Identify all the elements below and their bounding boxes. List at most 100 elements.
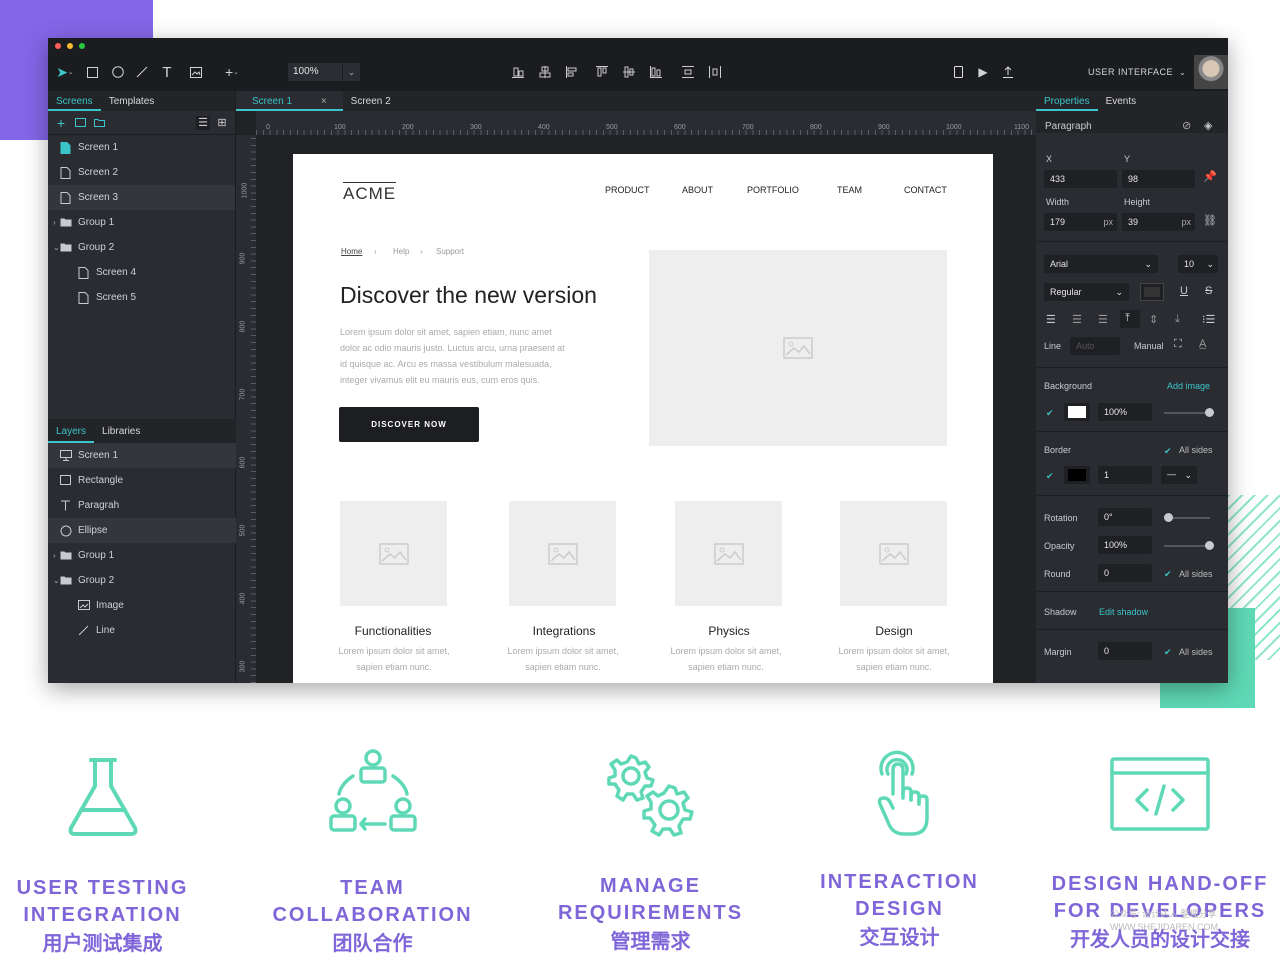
breadcrumb-home[interactable]: Home	[341, 247, 362, 256]
screen-item[interactable]: Screen 3	[48, 185, 235, 210]
round-all-sides-checkbox[interactable]: ✔	[1164, 569, 1174, 579]
layer-item[interactable]: Image	[48, 593, 236, 618]
tab-screen-1[interactable]: Screen 1 ×	[236, 91, 343, 111]
auto-size-icon[interactable]: A̲	[1199, 338, 1206, 350]
opacity-slider[interactable]	[1164, 541, 1214, 550]
background-opacity-slider[interactable]	[1164, 408, 1214, 417]
align-middle-icon[interactable]	[621, 53, 637, 91]
edit-shadow-link[interactable]: Edit shadow	[1099, 607, 1148, 617]
align-top-icon[interactable]	[594, 53, 610, 91]
nav-about[interactable]: ABOUT	[682, 185, 713, 195]
chevron-down-icon[interactable]: ⌄	[53, 576, 60, 585]
align-center-h-icon[interactable]	[537, 53, 553, 91]
ellipse-tool-icon[interactable]	[110, 53, 126, 91]
chevron-right-icon[interactable]: ›	[53, 551, 56, 560]
align-left-icon[interactable]: ☰	[1046, 313, 1056, 326]
play-icon[interactable]: ▶	[975, 53, 991, 91]
breadcrumb-help[interactable]: Help	[393, 247, 409, 256]
list-icon[interactable]: ⁝☰	[1202, 313, 1215, 326]
width-unit[interactable]: px	[1103, 217, 1113, 227]
border-checkbox[interactable]: ✔	[1046, 471, 1056, 481]
zoom-select[interactable]: 100% ⌄	[288, 63, 360, 81]
layer-item[interactable]: Paragrah	[48, 493, 236, 518]
add-screen-icon[interactable]	[73, 116, 87, 130]
screen-item[interactable]: Screen 1	[48, 135, 235, 160]
pin-icon[interactable]: 📌	[1203, 170, 1217, 183]
font-family-select[interactable]: Arial ⌄	[1044, 255, 1158, 273]
rotation-slider[interactable]	[1164, 513, 1210, 522]
margin-input[interactable]: 0	[1098, 642, 1152, 660]
valign-middle-icon[interactable]: ⇕	[1149, 313, 1158, 326]
align-bottom-icon[interactable]	[510, 53, 526, 91]
screen-item[interactable]: › Group 1	[48, 210, 235, 235]
layer-item[interactable]: Rectangle	[48, 468, 236, 493]
slider-knob[interactable]	[1164, 513, 1173, 522]
layer-item[interactable]: Line	[48, 618, 236, 643]
nav-team[interactable]: TEAM	[837, 185, 862, 195]
screen-item[interactable]: Screen 5	[48, 285, 235, 310]
align-right-icon[interactable]: ☰	[1098, 313, 1108, 326]
add-icon[interactable]: +	[54, 115, 68, 131]
artboard[interactable]: ACME PRODUCT ABOUT PORTFOLIO TEAM CONTAC…	[293, 154, 993, 683]
font-weight-select[interactable]: Regular ⌄	[1044, 283, 1129, 301]
tab-screen-2[interactable]: Screen 2	[343, 91, 399, 111]
screen-item[interactable]: Screen 2	[48, 160, 235, 185]
add-folder-icon[interactable]	[92, 116, 106, 130]
line-tool-icon[interactable]	[134, 53, 150, 91]
underline-icon[interactable]: U	[1180, 285, 1188, 297]
slider-knob[interactable]	[1205, 408, 1214, 417]
distribute-horizontal-icon[interactable]	[707, 53, 723, 91]
distribute-vertical-icon[interactable]	[680, 53, 696, 91]
background-opacity-input[interactable]: 100%	[1098, 403, 1152, 421]
screen-item[interactable]: ⌄ Group 2	[48, 235, 235, 260]
avatar[interactable]	[1194, 55, 1228, 89]
border-all-sides-checkbox[interactable]: ✔	[1164, 446, 1174, 456]
layer-item[interactable]: Ellipse	[48, 518, 236, 543]
layer-item[interactable]: Screen 1	[48, 443, 236, 468]
font-size-select[interactable]: 10 ⌄	[1178, 255, 1218, 273]
width-input[interactable]: 179 px	[1044, 213, 1117, 231]
slider-knob[interactable]	[1205, 541, 1214, 550]
y-input[interactable]: 98	[1122, 170, 1195, 188]
align-right-icon[interactable]	[648, 53, 664, 91]
border-width-input[interactable]: 1	[1098, 466, 1152, 484]
resize-icon[interactable]: ⛶	[1174, 338, 1182, 351]
opacity-input[interactable]: 100%	[1098, 536, 1152, 554]
strikethrough-icon[interactable]: S	[1205, 285, 1212, 297]
line-height-input[interactable]: Auto	[1070, 337, 1120, 355]
round-input[interactable]: 0	[1098, 564, 1152, 582]
x-input[interactable]: 433	[1044, 170, 1117, 188]
align-left-icon[interactable]	[564, 53, 580, 91]
tab-screens[interactable]: Screens	[48, 91, 101, 111]
rotation-input[interactable]: 0°	[1098, 508, 1152, 526]
tab-libraries[interactable]: Libraries	[94, 419, 148, 443]
close-icon[interactable]: ×	[313, 91, 335, 112]
grid-view-icon[interactable]: ⊞	[215, 116, 229, 130]
visibility-off-icon[interactable]: ⊘	[1182, 119, 1191, 132]
valign-bottom-icon[interactable]: ⤓	[1175, 313, 1180, 326]
border-color-swatch[interactable]	[1064, 466, 1090, 484]
chevron-right-icon[interactable]: ›	[53, 218, 56, 227]
discover-now-button[interactable]: DISCOVER NOW	[339, 407, 479, 442]
mobile-preview-icon[interactable]	[950, 53, 966, 91]
image-tool-icon[interactable]	[188, 53, 204, 91]
tab-layers[interactable]: Layers	[48, 419, 95, 443]
tab-events[interactable]: Events	[1098, 91, 1145, 111]
border-style-select[interactable]: — ⌄	[1161, 466, 1197, 484]
text-color-swatch[interactable]	[1140, 283, 1164, 301]
layer-item[interactable]: ⌄ Group 2	[48, 568, 236, 593]
nav-product[interactable]: PRODUCT	[605, 185, 650, 195]
add-tool-icon[interactable]: + ⌄	[218, 53, 246, 91]
layer-item[interactable]: › Group 1	[48, 543, 236, 568]
text-tool-icon[interactable]: T	[159, 53, 175, 91]
close-window-button[interactable]	[55, 43, 61, 49]
height-unit[interactable]: px	[1181, 217, 1191, 227]
nav-contact[interactable]: CONTACT	[904, 185, 947, 195]
user-menu[interactable]: USER INTERFACE ⌄	[1088, 53, 1186, 91]
chevron-down-icon[interactable]: ⌄	[53, 243, 60, 252]
minimize-window-button[interactable]	[67, 43, 73, 49]
height-input[interactable]: 39 px	[1122, 213, 1195, 231]
export-icon[interactable]	[1000, 53, 1016, 91]
add-image-link[interactable]: Add image	[1167, 381, 1210, 391]
link-icon[interactable]: ⛓	[1203, 214, 1217, 227]
